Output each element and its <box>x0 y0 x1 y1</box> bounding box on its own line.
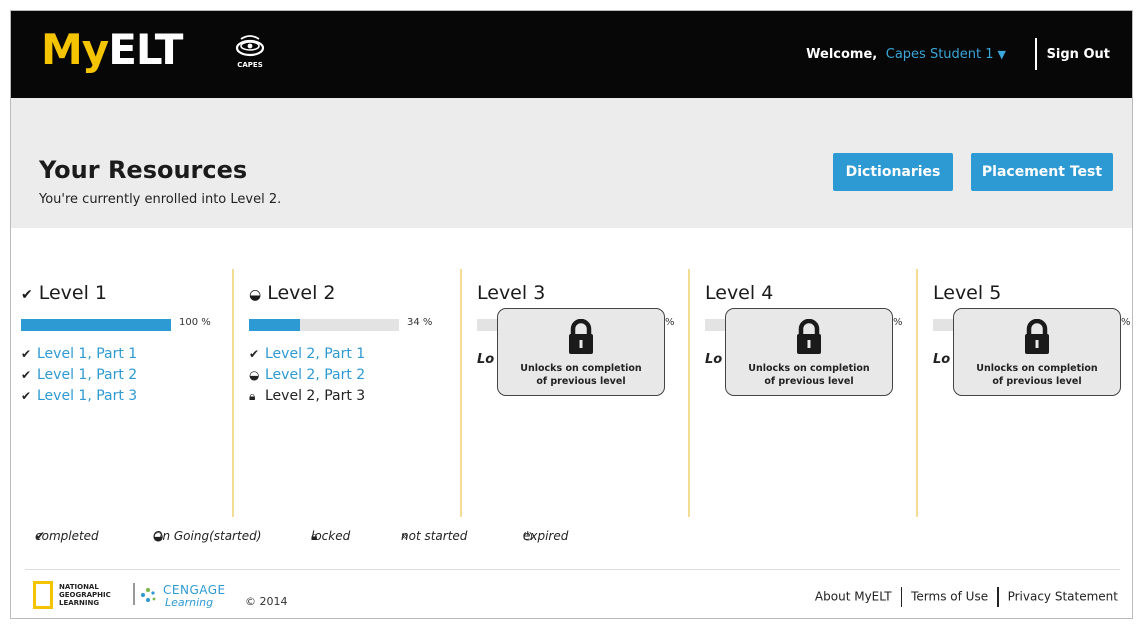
level-card-4: Level 4 % Lo Unlocks on completion of pre… <box>695 269 922 517</box>
part-link[interactable]: Level 2, Part 2 <box>265 367 365 383</box>
list-item: 🔒︎ Level 2, Part 3 <box>249 386 365 407</box>
capes-logo-text: CAPES <box>237 61 263 69</box>
level-parts: ✔ Level 1, Part 1 ✔ Level 1, Part 2 ✔ Level… <box>21 344 137 407</box>
user-menu[interactable]: Capes Student 1 <box>886 47 994 62</box>
level-card-5: Level 5 % Lo Unlocks on completion of pre… <box>923 269 1132 517</box>
capes-logo: CAPES <box>235 33 265 75</box>
half-circle-icon: ◒ <box>249 368 260 382</box>
level-title[interactable]: ◒ Level 2 <box>249 282 336 304</box>
dictionaries-button[interactable]: Dictionaries <box>833 153 953 191</box>
enrollment-status: You're currently enrolled into Level 2. <box>39 192 282 207</box>
column-divider <box>916 269 918 517</box>
locked-overlay: Unlocks on completion of previous level <box>497 308 665 396</box>
hidden-part-text: Lo <box>705 352 723 367</box>
chevron-down-icon[interactable]: ▼ <box>998 48 1006 61</box>
check-icon: ✔ <box>21 347 32 361</box>
cengage-dots-icon <box>141 588 156 602</box>
cengage-logo: CENGAGE Learning <box>139 580 237 610</box>
level-card-3: Level 3 % Lo Unlocks on completion of pre… <box>467 269 694 517</box>
part-link[interactable]: Level 1, Part 2 <box>37 367 137 383</box>
page-title: Your Resources <box>39 156 248 184</box>
footer-logo-divider <box>133 583 135 605</box>
list-item[interactable]: ✔ Level 1, Part 2 <box>21 365 137 386</box>
about-link[interactable]: About MyELT <box>815 590 892 604</box>
placement-test-button[interactable]: Placement Test <box>971 153 1113 191</box>
progress-bar <box>249 319 399 331</box>
level-title[interactable]: ✔ Level 1 <box>21 282 107 304</box>
part-link[interactable]: Level 1, Part 3 <box>37 388 137 404</box>
locked-overlay: Unlocks on completion of previous level <box>725 308 893 396</box>
hidden-part-text: Lo <box>477 352 495 367</box>
link-divider <box>900 587 903 607</box>
footer-links: About MyELT Terms of Use Privacy Statement <box>815 587 1118 607</box>
column-divider <box>688 269 690 517</box>
progress-bar-fill <box>249 319 300 331</box>
hidden-part-text: Lo <box>933 352 951 367</box>
progress-percent: 100 % <box>179 317 211 328</box>
progress-percent: 34 % <box>407 317 433 328</box>
lock-icon <box>569 319 593 354</box>
check-icon: ✔ <box>21 368 32 382</box>
list-item[interactable]: ✔ Level 1, Part 1 <box>21 344 137 365</box>
half-circle-icon: ◒ <box>249 287 262 303</box>
level-title: Level 3 <box>477 282 546 304</box>
levels-grid: ✔ Level 1 100 % ✔ Level 1, Part 1 ✔ Level 1… <box>11 269 1132 517</box>
part-label: Level 2, Part 3 <box>265 388 366 404</box>
lock-message: Unlocks on completion of previous level <box>748 363 870 387</box>
welcome-label: Welcome, <box>806 47 878 62</box>
welcome-area: Welcome, Capes Student 1 ▼ <box>806 47 1006 62</box>
lock-icon <box>797 319 821 354</box>
page: MyELT CAPES Welcome, Capes Student 1 ▼ Si… <box>10 10 1133 619</box>
level-parts: ✔ Level 2, Part 1 ◒ Level 2, Part 2 🔒︎ Leve… <box>249 344 365 407</box>
level-card-1: ✔ Level 1 100 % ✔ Level 1, Part 1 ✔ Level 1… <box>11 269 238 517</box>
terms-link[interactable]: Terms of Use <box>911 590 988 604</box>
progress-bar <box>21 319 171 331</box>
progress-percent: % <box>665 317 675 328</box>
check-icon: ✔ <box>249 347 260 361</box>
top-bar: MyELT CAPES Welcome, Capes Student 1 ▼ Si… <box>11 11 1132 98</box>
part-link[interactable]: Level 1, Part 1 <box>37 346 137 362</box>
sign-out-link[interactable]: Sign Out <box>1047 47 1110 62</box>
list-item[interactable]: ◒ Level 2, Part 2 <box>249 365 365 386</box>
progress-percent: % <box>1121 317 1131 328</box>
privacy-link[interactable]: Privacy Statement <box>1008 590 1118 604</box>
column-divider <box>460 269 462 517</box>
level-title: Level 5 <box>933 282 1002 304</box>
column-divider <box>232 269 234 517</box>
list-item[interactable]: ✔ Level 2, Part 1 <box>249 344 365 365</box>
level-card-2: ◒ Level 2 34 % ✔ Level 2, Part 1 ◒ Level 2,… <box>239 269 466 517</box>
link-divider <box>997 587 999 607</box>
header-divider <box>1035 38 1037 70</box>
footer-divider <box>25 569 1120 570</box>
capes-emblem-icon <box>235 35 265 57</box>
myelt-logo[interactable]: MyELT <box>41 29 183 71</box>
national-geographic-logo: NATIONAL GEOGRAPHIC LEARNING <box>33 581 131 609</box>
progress-percent: % <box>893 317 903 328</box>
resources-header: Your Resources You're currently enrolled… <box>11 98 1132 228</box>
progress-bar-fill <box>21 319 171 331</box>
level-title: Level 4 <box>705 282 774 304</box>
locked-overlay: Unlocks on completion of previous level <box>953 308 1121 396</box>
copyright: © 2014 <box>245 595 288 608</box>
lock-message: Unlocks on completion of previous level <box>976 363 1098 387</box>
list-item[interactable]: ✔ Level 1, Part 3 <box>21 386 137 407</box>
lock-icon: 🔒︎ <box>249 389 256 403</box>
ng-yellow-frame-icon <box>33 581 53 609</box>
part-link[interactable]: Level 2, Part 1 <box>265 346 365 362</box>
lock-icon <box>1025 319 1049 354</box>
check-icon: ✔ <box>21 287 33 303</box>
check-icon: ✔ <box>21 389 32 403</box>
lock-message: Unlocks on completion of previous level <box>520 363 642 387</box>
